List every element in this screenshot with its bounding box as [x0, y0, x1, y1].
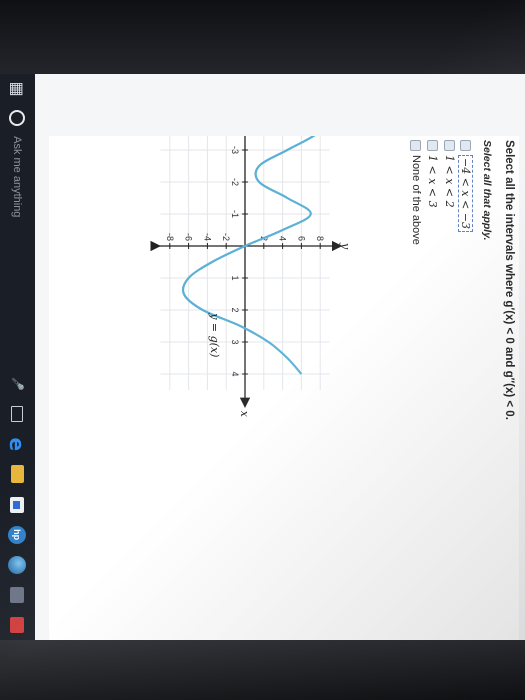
checkbox[interactable] — [460, 140, 471, 151]
browser-button[interactable] — [0, 550, 35, 580]
x-tick-label: 1 — [230, 275, 240, 280]
question-card: Select all the intervals where g′(x) < 0… — [49, 136, 519, 640]
laptop-screen: Select all the intervals where g′(x) < 0… — [0, 74, 525, 640]
app-button-red[interactable] — [0, 610, 35, 640]
curve-annotation: y = g(x) — [208, 312, 221, 357]
y-tick-label: -4 — [202, 233, 212, 241]
app-button[interactable] — [0, 580, 35, 610]
laptop-bezel-top — [0, 0, 525, 74]
task-view-button[interactable] — [0, 399, 35, 429]
file-explorer-button[interactable] — [0, 459, 35, 489]
hp-logo-icon: hp — [8, 525, 27, 544]
app-red-icon — [10, 616, 25, 633]
hp-button[interactable]: hp — [0, 520, 35, 550]
question-prompt: Select all the intervals where g′(x) < 0… — [503, 140, 515, 420]
choice-label: −4 < x < −3 — [458, 155, 473, 233]
x-tick-label: -1 — [230, 210, 240, 218]
laptop-bezel-bottom — [0, 640, 525, 700]
y-tick-label: 4 — [278, 236, 288, 241]
x-tick-label: 2 — [230, 307, 240, 312]
x-axis-label: x — [238, 411, 251, 418]
checkbox[interactable] — [427, 140, 438, 151]
choice-option-1[interactable]: −4 < x < −3 — [458, 140, 473, 233]
choice-label: 1 < x < 2 — [443, 155, 456, 208]
task-view-icon — [11, 406, 24, 423]
function-graph: -4-3-2-112348642-2-4-6-8 x y y = g(x) — [150, 136, 352, 418]
x-tick-label: 4 — [230, 371, 240, 376]
y-tick-label: 6 — [296, 236, 306, 241]
edge-icon: e — [5, 437, 30, 452]
curve-g — [181, 136, 331, 375]
edge-button[interactable]: e — [0, 429, 35, 459]
y-tick-label: -2 — [221, 233, 231, 241]
choice-option-3[interactable]: 1 < x < 3 — [426, 140, 439, 208]
cortana-icon — [9, 110, 26, 127]
y-axis-label: y — [339, 242, 352, 250]
choice-label: None of the above — [410, 155, 422, 245]
search-placeholder: Ask me anything — [11, 136, 24, 218]
choice-label: 1 < x < 3 — [426, 155, 439, 208]
search-box[interactable]: Ask me anything — [0, 104, 35, 269]
choice-option-2[interactable]: 1 < x < 2 — [443, 140, 456, 208]
choice-option-4[interactable]: None of the above — [410, 140, 422, 245]
store-icon — [10, 496, 25, 513]
start-button[interactable]: ▦ — [0, 74, 35, 104]
y-tick-label: -8 — [165, 233, 175, 241]
x-tick-label: 3 — [230, 339, 240, 344]
x-tick-label: -3 — [230, 146, 240, 154]
mic-button[interactable]: 🎤 — [0, 369, 35, 399]
checkbox[interactable] — [410, 140, 422, 151]
question-instruction: Select all that apply. — [481, 140, 493, 241]
x-tick-label: -2 — [230, 178, 240, 186]
windows-logo-icon: ▦ — [8, 81, 27, 97]
folder-icon — [11, 465, 24, 484]
app-icon — [10, 586, 25, 603]
checkbox[interactable] — [444, 140, 455, 151]
store-button[interactable] — [0, 489, 35, 519]
axes — [150, 136, 343, 408]
taskbar: ▦ Ask me anything 🎤 e hp — [0, 74, 35, 640]
microphone-icon: 🎤 — [11, 377, 23, 391]
y-tick-label: -6 — [184, 233, 194, 241]
globe-icon — [8, 555, 27, 574]
y-tick-label: 8 — [315, 236, 325, 241]
curve-layer — [181, 136, 331, 375]
